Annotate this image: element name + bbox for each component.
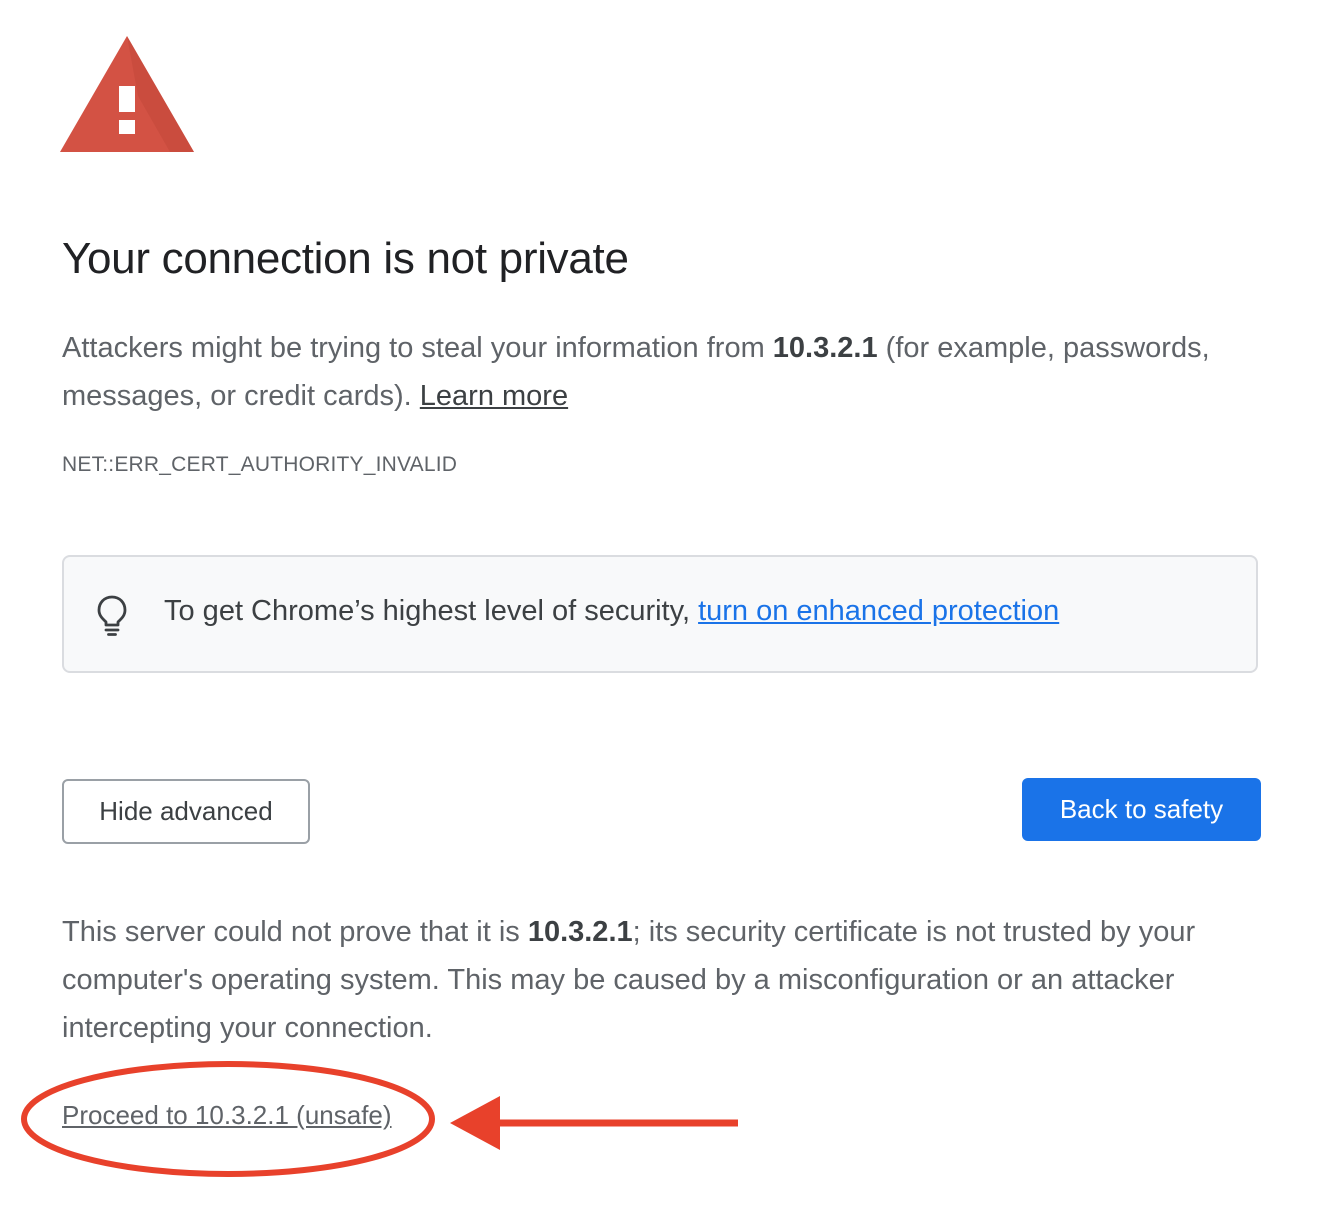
- learn-more-link[interactable]: Learn more: [420, 380, 568, 412]
- back-to-safety-button[interactable]: Back to safety: [1022, 778, 1261, 841]
- details-host: 10.3.2.1: [527, 916, 633, 948]
- enhanced-protection-link[interactable]: turn on enhanced protection: [698, 595, 1059, 627]
- interstitial-page: Your connection is not private Attackers…: [0, 0, 1324, 1206]
- enhanced-protection-text: To get Chrome’s highest level of securit…: [164, 595, 1060, 627]
- annotation-circle: [21, 1061, 435, 1177]
- page-title: Your connection is not private: [62, 234, 629, 283]
- annotation-arrow-icon: [450, 1096, 738, 1150]
- hide-advanced-button[interactable]: Hide advanced: [62, 779, 310, 844]
- intro-host: 10.3.2.1: [772, 332, 878, 364]
- intro-text: Attackers might be trying to steal your …: [62, 332, 1210, 412]
- enhanced-protection-promo: To get Chrome’s highest level of securit…: [62, 555, 1258, 673]
- lightbulb-icon: [97, 595, 127, 636]
- error-code: NET::ERR_CERT_AUTHORITY_INVALID: [62, 453, 458, 476]
- warning-triangle-icon: [60, 36, 194, 152]
- details-text: This server could not prove that it is 1…: [62, 916, 1196, 1044]
